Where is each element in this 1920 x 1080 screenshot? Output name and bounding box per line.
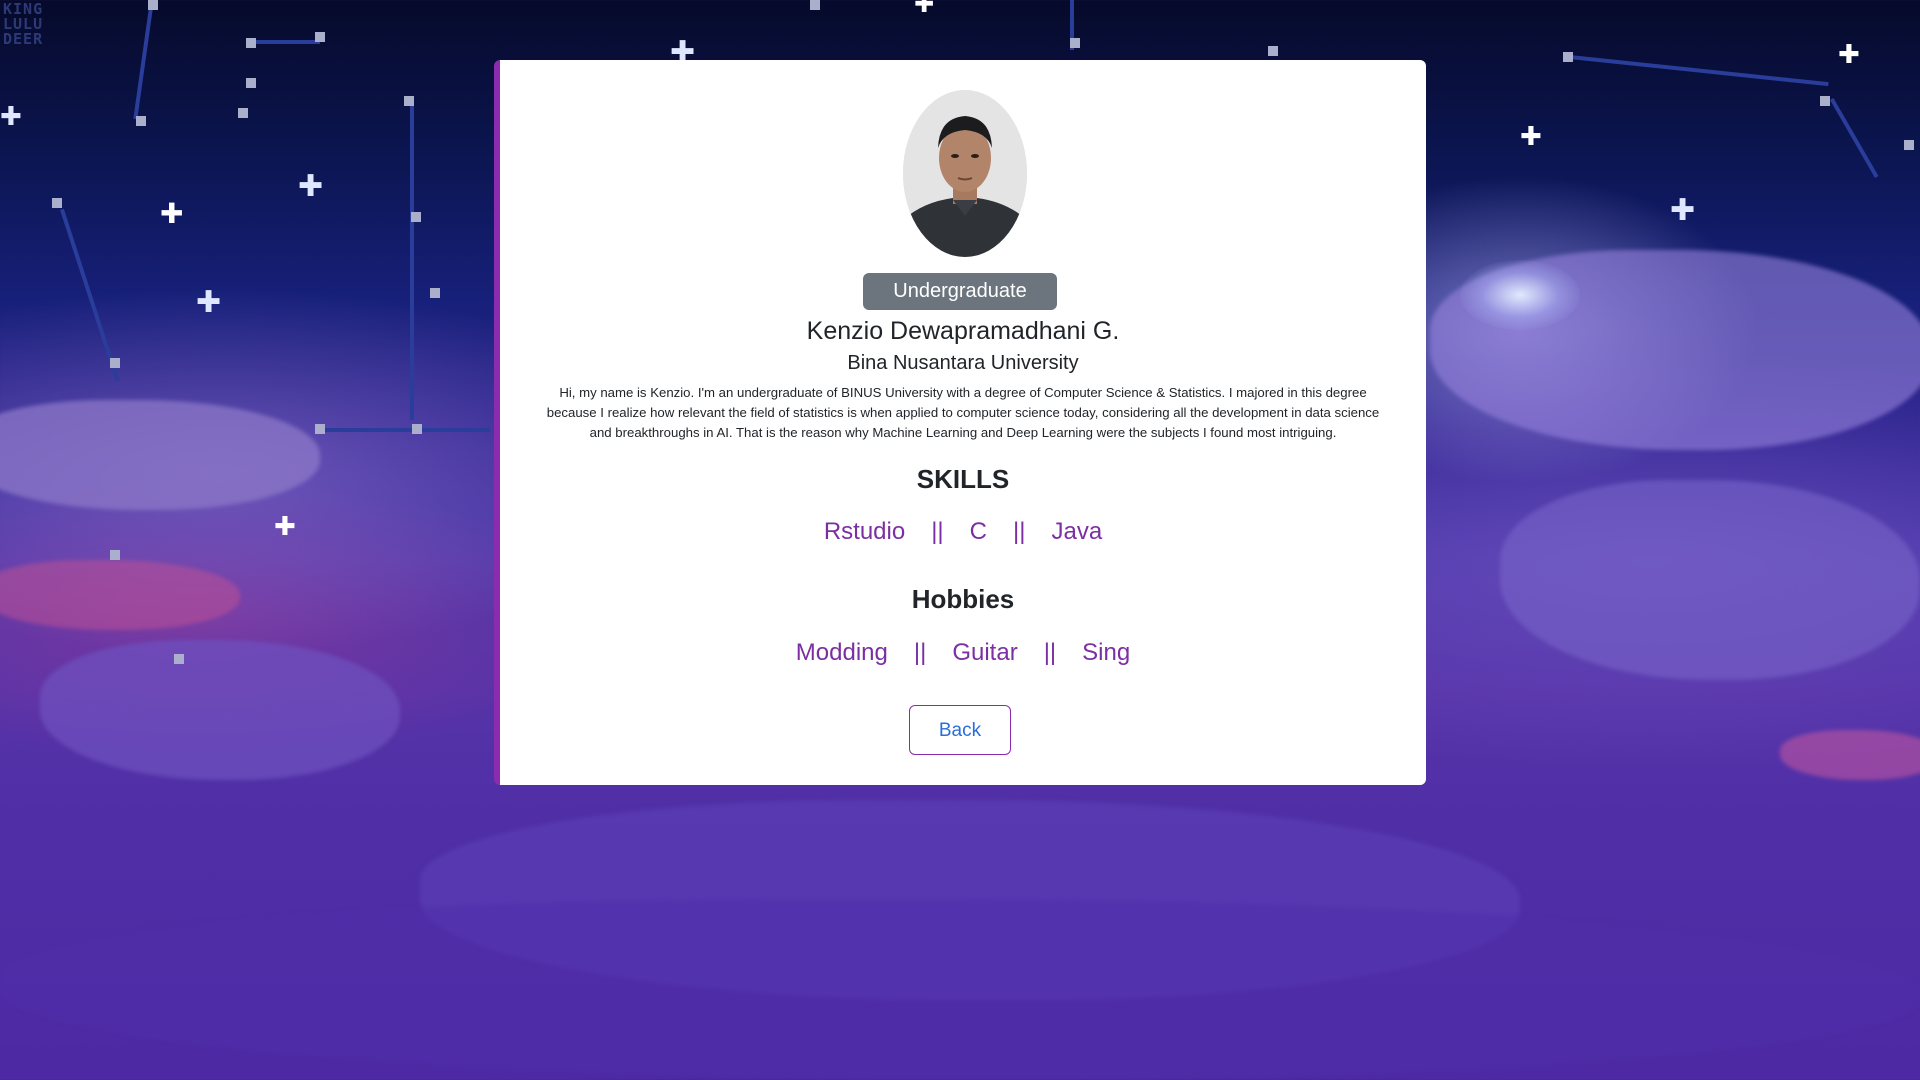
hobbies-heading: Hobbies	[911, 584, 1015, 614]
avatar-photo	[903, 90, 1027, 257]
constellation-line	[1830, 98, 1879, 178]
star-dot	[411, 212, 421, 222]
star-dot	[810, 0, 820, 10]
separator: ||	[931, 518, 944, 545]
constellation-line	[60, 208, 120, 382]
star-dot	[52, 198, 62, 208]
sparkle-star: ✚	[298, 169, 324, 204]
skills-list: Rstudio || C || Java	[500, 518, 1426, 546]
star-dot	[148, 0, 158, 10]
cloud	[1500, 480, 1920, 680]
star-dot	[136, 116, 146, 126]
status-badge: Undergraduate	[863, 273, 1057, 310]
cloud	[1780, 730, 1920, 780]
separator: ||	[1043, 639, 1057, 666]
profile-university: Bina Nusantara University	[847, 352, 1079, 374]
constellation-line	[320, 428, 490, 432]
star-dot	[315, 32, 325, 42]
hobbies-list: Modding || Guitar || Sing	[500, 639, 1426, 667]
star-dot	[315, 424, 325, 434]
skills-heading: SKILLS	[916, 464, 1010, 494]
skill-item: Rstudio	[823, 518, 906, 545]
constellation-line	[133, 0, 154, 120]
star-dot	[1563, 52, 1573, 62]
star-dot	[1820, 96, 1830, 106]
sparkle-star: ✚	[0, 102, 22, 132]
sparkle-star: ✚	[274, 512, 296, 542]
constellation-line	[1569, 55, 1829, 87]
hobby-item: Modding	[795, 639, 888, 666]
cloud	[420, 800, 1520, 1000]
moon-glow	[1460, 260, 1580, 330]
cloud	[0, 560, 240, 630]
cloud	[0, 900, 1920, 1080]
watermark-logo: KING LULU DEER	[3, 0, 44, 48]
sparkle-star: ✚	[914, 0, 935, 18]
cloud	[0, 400, 320, 510]
constellation-line	[410, 100, 414, 420]
star-dot	[404, 96, 414, 106]
star-dot	[1268, 46, 1278, 56]
star-dot	[246, 78, 256, 88]
star-dot	[412, 424, 422, 434]
sparkle-star: ✚	[1838, 40, 1860, 70]
profile-card: Undergraduate Kenzio Dewapramadhani G. B…	[494, 60, 1426, 785]
star-dot	[1904, 140, 1914, 150]
back-button[interactable]: Back	[909, 705, 1011, 755]
profile-bio: Hi, my name is Kenzio. I'm an undergradu…	[546, 385, 1380, 440]
constellation-line	[250, 40, 320, 44]
sparkle-star: ✚	[1670, 193, 1696, 228]
star-dot	[110, 358, 120, 368]
profile-name: Kenzio Dewapramadhani G.	[806, 317, 1120, 345]
sparkle-star: ✚	[1520, 122, 1542, 152]
sparkle-star: ✚	[160, 197, 184, 230]
hobby-item: Guitar	[952, 639, 1018, 666]
star-dot	[1070, 38, 1080, 48]
separator: ||	[1013, 518, 1026, 545]
cloud	[1430, 250, 1920, 450]
star-dot	[238, 108, 248, 118]
star-dot	[110, 550, 120, 560]
star-dot	[174, 654, 184, 664]
skill-item: Java	[1051, 518, 1103, 545]
sparkle-star: ✚	[196, 285, 222, 320]
hobby-item: Sing	[1082, 639, 1131, 666]
skill-item: C	[969, 518, 987, 545]
cloud	[40, 640, 400, 780]
star-dot	[246, 38, 256, 48]
star-dot	[430, 288, 440, 298]
avatar	[903, 90, 1027, 257]
constellation-line	[1070, 0, 1074, 50]
separator: ||	[913, 639, 927, 666]
